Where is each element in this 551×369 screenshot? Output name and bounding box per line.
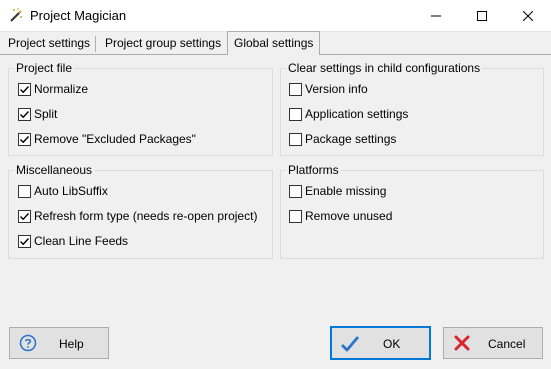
checkbox-application-settings[interactable]: Application settings [289,106,408,122]
checkbox-box[interactable] [289,107,302,121]
maximize-button[interactable] [459,0,505,31]
close-button[interactable] [505,0,551,31]
checkbox-box[interactable] [289,82,302,96]
maximize-icon [477,10,487,21]
checkbox-enable-missing[interactable]: Enable missing [289,183,386,199]
checkbox-box[interactable] [18,107,31,121]
checkbox-label: Version info [305,82,368,96]
minimize-icon [431,11,441,21]
tab-label: Project settings [8,36,91,50]
help-button[interactable]: Help [9,327,109,359]
checkbox-auto-libsuffix[interactable]: Auto LibSuffix [18,183,108,199]
checkbox-version-info[interactable]: Version info [289,81,368,97]
checkbox-box[interactable] [18,82,31,96]
checkbox-box[interactable] [289,209,302,223]
group-platforms: Platforms Enable missing Remove unused [280,163,544,259]
project-magician-window: Project Magician Project settings Projec… [0,0,551,369]
checkmark-icon [340,334,360,354]
checkbox-box[interactable] [18,184,31,198]
checkbox-refresh-form-type[interactable]: Refresh form type (needs re-open project… [18,208,257,224]
group-clear-settings: Clear settings in child configurations V… [280,61,544,156]
group-miscellaneous: Miscellaneous Auto LibSuffix Refresh for… [8,163,273,259]
checkbox-remove-unused[interactable]: Remove unused [289,208,392,224]
checkbox-label: Normalize [34,82,89,96]
checkbox-clean-line-feeds[interactable]: Clean Line Feeds [18,233,128,249]
checkbox-normalize[interactable]: Normalize [18,81,88,97]
close-icon [523,10,533,21]
tab-project-group-settings[interactable]: Project group settings [99,33,227,53]
checkbox-label: Enable missing [305,184,387,198]
group-title-project-file: Project file [14,61,75,75]
checkmark-icon [20,110,30,118]
checkmark-icon [20,212,30,220]
ok-button[interactable]: OK [330,326,431,360]
checkmark-icon [20,135,30,143]
cancel-button-label: Cancel [488,337,526,351]
group-title-platforms: Platforms [286,163,341,177]
window-title: Project Magician [30,8,127,23]
group-title-clear-settings: Clear settings in child configurations [286,61,483,75]
checkbox-box[interactable] [18,209,31,223]
checkbox-label: Remove "Excluded Packages" [34,132,196,146]
checkbox-label: Application settings [305,107,409,121]
checkbox-remove-excluded-packages[interactable]: Remove "Excluded Packages" [18,131,196,147]
ok-button-label: OK [383,337,401,351]
checkbox-split[interactable]: Split [18,106,57,122]
checkmark-icon [20,85,30,93]
checkbox-label: Remove unused [305,209,393,223]
help-icon [19,334,37,352]
checkbox-box[interactable] [289,132,302,146]
tab-separator [95,36,96,52]
group-project-file: Project file Normalize Split Remove "Exc… [8,61,273,156]
checkbox-box[interactable] [18,132,31,146]
checkbox-box[interactable] [289,184,302,198]
checkbox-label: Auto LibSuffix [34,184,108,198]
cross-icon [454,335,470,351]
checkmark-icon [20,237,30,245]
tab-strip: Project settings Project group settings … [0,31,551,55]
title-bar: Project Magician [0,0,551,32]
cancel-button[interactable]: Cancel [443,327,543,359]
magic-wand-icon [8,7,24,23]
checkbox-package-settings[interactable]: Package settings [289,131,396,147]
group-title-miscellaneous: Miscellaneous [14,163,95,177]
tab-label: Global settings [234,36,314,50]
tab-global-settings[interactable]: Global settings [227,31,321,55]
checkbox-label: Refresh form type (needs re-open project… [34,209,258,223]
checkbox-label: Clean Line Feeds [34,234,129,248]
help-button-label: Help [59,337,84,351]
checkbox-label: Package settings [305,132,397,146]
checkbox-box[interactable] [18,234,31,248]
checkbox-label: Split [34,107,58,121]
tab-project-settings[interactable]: Project settings [2,33,96,53]
tab-label: Project group settings [105,36,222,50]
minimize-button[interactable] [413,0,459,31]
